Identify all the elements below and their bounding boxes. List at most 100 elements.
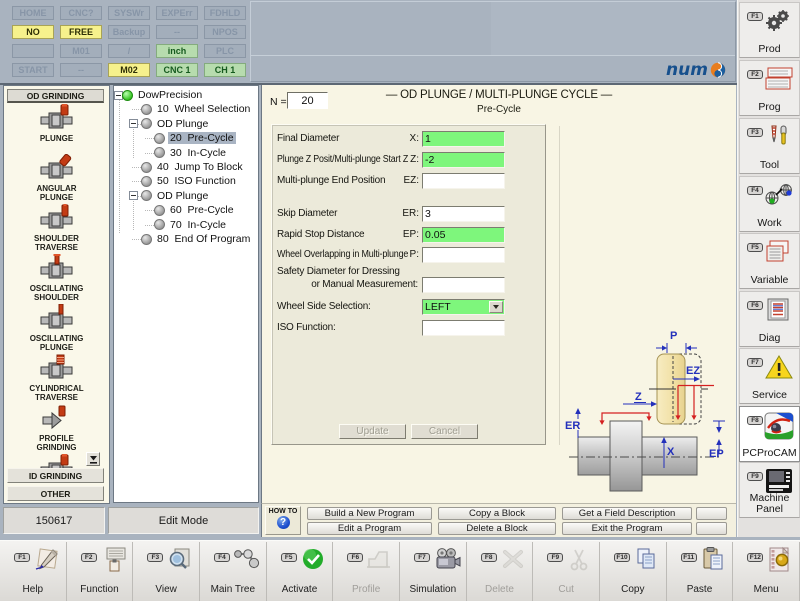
field-input-wheel-side-selection[interactable]: LEFT <box>422 299 505 315</box>
id-grinding-button[interactable]: ID GRINDING <box>7 468 104 483</box>
toolbar-button-menu[interactable]: F12 Menu <box>733 542 800 601</box>
field-symbol: EZ: <box>389 175 419 186</box>
num-logo: num <box>666 61 732 79</box>
toolbar-button-paste[interactable]: F11 Paste <box>667 542 734 601</box>
tree-item-od-plunge[interactable]: OD Plunge <box>114 117 210 131</box>
cycle-item-plunge[interactable]: PLUNGE <box>4 104 109 154</box>
exit-the-program-button[interactable]: Exit the Program <box>562 522 692 535</box>
status-cell-npos: NPOS <box>204 25 246 39</box>
cycle-item-profile-grinding[interactable]: PROFILEGRINDING <box>4 404 109 454</box>
toolbar-button-simulation[interactable]: F7 Simulation <box>400 542 467 601</box>
sidebar-button-work[interactable]: F4 Work <box>739 176 800 232</box>
tree-item-60-pre-cycle[interactable]: 60 Pre-Cycle <box>114 203 236 217</box>
toolbar-button-activate[interactable]: F5 Activate <box>267 542 334 601</box>
build-a-new-program-button[interactable]: Build a New Program <box>307 507 432 520</box>
combo-dropdown-icon[interactable] <box>489 301 503 313</box>
status-cell-free: FREE <box>60 25 102 39</box>
field-input-multi-plunge-end-position[interactable] <box>422 173 505 189</box>
toolbar-button-help[interactable]: F1 Help <box>0 542 67 601</box>
top-header-tint <box>491 2 735 55</box>
tree-item-30-in-cycle[interactable]: 30 In-Cycle <box>114 146 228 160</box>
status-cell--: -- <box>156 25 198 39</box>
sidebar-button-label: Tool <box>740 160 799 171</box>
toolbar-button-function[interactable]: F2 Function <box>67 542 134 601</box>
cycle-item-oscillating-shoulder[interactable]: OSCILLATINGSHOULDER <box>4 254 109 304</box>
toolbar-button-cut[interactable]: F9 Cut <box>533 542 600 601</box>
toolbar-button-delete[interactable]: F8 Delete <box>467 542 534 601</box>
tree-item-40-jump-to-block[interactable]: 40 Jump To Block <box>114 160 245 174</box>
cycle-item-angular-plunge[interactable]: ANGULARPLUNGE <box>4 154 109 204</box>
scroll-down-button[interactable] <box>86 452 100 466</box>
status-cell-ch-1: CH 1 <box>204 63 246 77</box>
cut-scissors-icon <box>565 546 593 572</box>
copy-a-block-button[interactable]: Copy a Block <box>438 507 556 520</box>
field-label: Final Diameter <box>277 133 339 144</box>
field-input-skip-diameter[interactable]: 3 <box>422 206 505 222</box>
edit-a-program-button[interactable]: Edit a Program <box>307 522 432 535</box>
fkey-badge: F4 <box>214 553 230 562</box>
tree-node-ball-icon <box>141 190 152 201</box>
toolbar-button-view[interactable]: F3 View <box>133 542 200 601</box>
status-cell-no: NO <box>12 25 54 39</box>
view-magnifier-icon <box>165 546 193 572</box>
tree-item-od-plunge[interactable]: OD Plunge <box>114 189 210 203</box>
sidebar-button-pcprocam[interactable]: F8 PCProCAM <box>739 406 800 462</box>
field-label: Wheel Side Selection: <box>277 301 371 312</box>
tree-node-ball-icon <box>154 205 165 216</box>
oscillating-plunge-icon <box>4 304 109 334</box>
field-input-rapid-stop-distance[interactable]: 0.05 <box>422 227 505 243</box>
toolbar-button-main-tree[interactable]: F4 Main Tree <box>200 542 267 601</box>
tree-item-80-end-of-program[interactable]: 80 End Of Program <box>114 232 252 246</box>
od-grinding-header-button[interactable]: OD GRINDING <box>7 89 104 103</box>
field-input-plunge-z-posit-multi-plunge-start-z[interactable]: -2 <box>422 152 505 168</box>
tree-item-label: 70 In-Cycle <box>168 219 228 231</box>
cancel-button[interactable]: Cancel <box>411 424 478 439</box>
field-label: Rapid Stop Distance <box>277 229 364 240</box>
sidebar-button-variable[interactable]: F5 Variable <box>739 233 800 289</box>
tree-node-ball-icon <box>141 104 152 115</box>
other-button[interactable]: OTHER <box>7 486 104 501</box>
scroll-down-icon <box>89 455 98 464</box>
sidebar-button-service[interactable]: F7 Service <box>739 348 800 404</box>
fkey-badge: F8 <box>747 416 763 425</box>
toolbar-button-copy[interactable]: F10 Copy <box>600 542 667 601</box>
tree-node-ball-icon <box>141 118 152 129</box>
tree-item-20-pre-cycle[interactable]: 20 Pre-Cycle <box>114 131 236 145</box>
tree-item-10-wheel-selection[interactable]: 10 Wheel Selection <box>114 102 252 116</box>
status-cell-experr: EXPErr <box>156 6 198 20</box>
cycle-item-cylindrical-traverse[interactable]: CYLINDRICALTRAVERSE <box>4 354 109 404</box>
field-input-iso-function[interactable] <box>422 320 505 336</box>
sidebar-button-prog[interactable]: F2 Prog <box>739 60 800 116</box>
toolbar-button-profile[interactable]: F6 Profile <box>333 542 400 601</box>
field-input-safety-diameter-for-dressing[interactable] <box>422 277 505 293</box>
spare-button[interactable] <box>696 507 727 520</box>
toolbar-button-label: Help <box>0 584 66 595</box>
delete-a-block-button[interactable]: Delete a Block <box>438 522 556 535</box>
get-a-field-description-button[interactable]: Get a Field Description <box>562 507 692 520</box>
tree-node-green-ball-icon <box>122 90 133 101</box>
status-cell-cnc-: CNC? <box>60 6 102 20</box>
cycle-item-label: OSCILLATINGSHOULDER <box>4 284 109 302</box>
sidebar-button-label: Diag <box>740 333 799 344</box>
sidebar-button-machine-panel[interactable]: F9 MachinePanel <box>739 462 800 518</box>
fkey-badge: F2 <box>81 553 97 562</box>
fkey-badge: F10 <box>614 553 630 562</box>
cycle-item-shoulder-traverse[interactable]: SHOULDERTRAVERSE <box>4 204 109 254</box>
spare-button[interactable] <box>696 522 727 535</box>
cycle-item-oscillating-plunge[interactable]: OSCILLATINGPLUNGE <box>4 304 109 354</box>
shoulder-traverse-icon <box>4 204 109 234</box>
field-input-wheel-overlapping-in-multi-plunge[interactable] <box>422 247 505 263</box>
toolbar-button-label: Delete <box>467 584 533 595</box>
sidebar-button-prod[interactable]: F1 Prod <box>739 2 800 58</box>
sidebar-button-tool[interactable]: F3 Tool <box>739 118 800 174</box>
tree-item-70-in-cycle[interactable]: 70 In-Cycle <box>114 218 228 232</box>
tree-item-dowprecision[interactable]: DowPrecision <box>114 88 204 102</box>
update-button[interactable]: Update <box>339 424 406 439</box>
howto-box[interactable]: HOW TO ? <box>265 506 301 535</box>
fkey-badge: F7 <box>747 358 763 367</box>
fkey-badge: F6 <box>347 553 363 562</box>
sidebar-button-diag[interactable]: F6 Diag <box>739 291 800 347</box>
field-input-final-diameter[interactable]: 1 <box>422 131 505 147</box>
tree-item-50-iso-function[interactable]: 50 ISO Function <box>114 174 238 188</box>
cycle-title: — OD PLUNGE / MULTI-PLUNGE CYCLE — <box>262 89 736 101</box>
